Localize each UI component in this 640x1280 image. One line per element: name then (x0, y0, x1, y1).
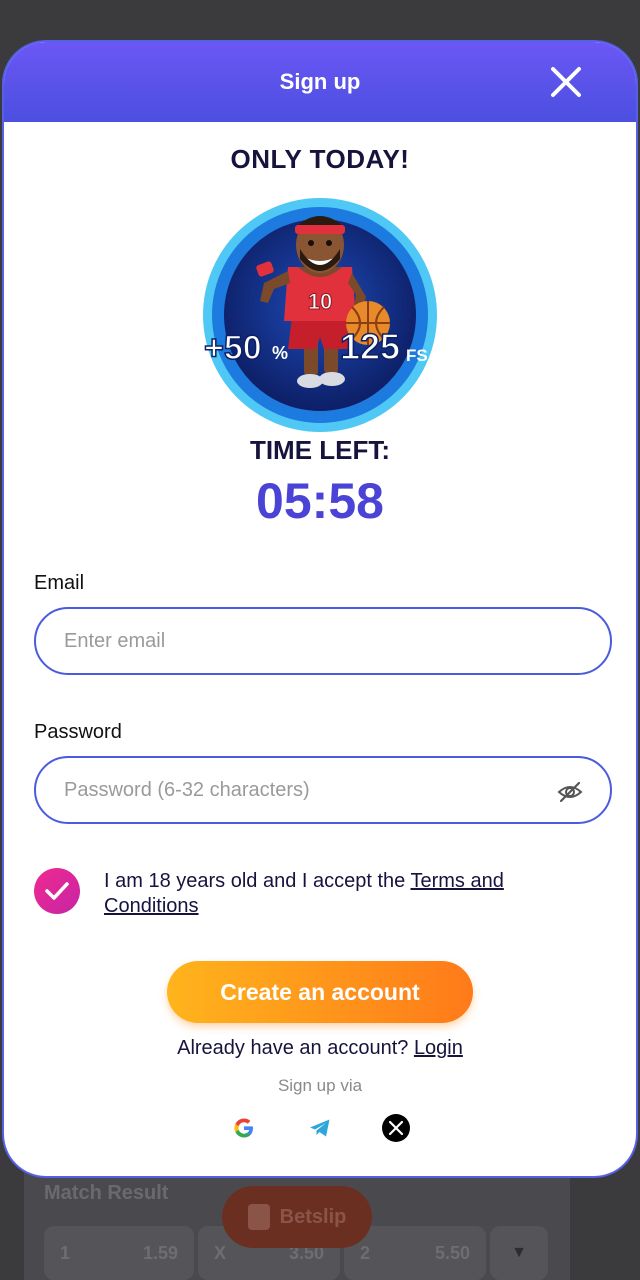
match-title: Match Result (44, 1182, 169, 1204)
signup-via-label: Sign up via (277, 1076, 363, 1095)
odd-label: 1 (60, 1242, 71, 1263)
create-account-button[interactable]: Create an account (167, 961, 473, 1023)
password-field-wrapper (34, 756, 612, 824)
terms-consent: I am 18 years old and I accept the Terms… (34, 868, 636, 919)
password-field[interactable] (64, 778, 582, 802)
google-signup-button[interactable] (230, 1114, 258, 1142)
terms-checkbox[interactable] (34, 868, 80, 914)
odd-label: X (214, 1242, 227, 1263)
promo-badge: 10 +50 % 125 FS (202, 197, 438, 433)
jersey-number: 10 (308, 289, 332, 314)
toggle-password-visibility-button[interactable] (556, 778, 584, 806)
bonus-percent-sign: % (272, 343, 288, 363)
login-prompt-text: Already have an account? (177, 1037, 414, 1059)
x-icon (382, 1114, 410, 1142)
close-button[interactable] (548, 64, 584, 100)
modal-title: Sign up (279, 69, 361, 94)
password-label: Password (34, 721, 122, 743)
modal-header: Sign up (4, 42, 636, 122)
social-signup-row (4, 1114, 636, 1142)
promo-title: ONLY TODAY! (230, 144, 410, 174)
consent-label: I am 18 years old and I accept the (104, 870, 411, 892)
telegram-icon (310, 1119, 330, 1137)
more-odds-button: ▼ (490, 1226, 548, 1280)
eye-slash-icon (557, 781, 583, 803)
bonus-percent: +50 (204, 329, 262, 367)
telegram-signup-button[interactable] (306, 1114, 334, 1142)
timer-label: TIME LEFT: (249, 435, 391, 465)
betslip-icon (247, 1204, 270, 1230)
checkmark-icon (45, 882, 69, 900)
betslip-label: Betslip (279, 1205, 347, 1228)
consent-text: I am 18 years old and I accept the Terms… (104, 869, 574, 919)
email-field[interactable] (64, 629, 582, 653)
close-icon (551, 67, 581, 97)
odd-value: 5.50 (434, 1242, 470, 1263)
chevron-down-icon: ▼ (511, 1244, 527, 1261)
odd-value: 1.59 (142, 1242, 178, 1263)
betslip-button: Betslip (222, 1186, 372, 1248)
google-icon (234, 1118, 253, 1138)
signup-modal: Sign up ONLY TODAY! 10 +50 % 125 FS TIME… (2, 40, 638, 1178)
bonus-spins: 125 (340, 326, 400, 367)
email-label: Email (34, 572, 85, 594)
x-signup-button[interactable] (382, 1114, 410, 1142)
login-prompt: Already have an account? Login (4, 1037, 636, 1060)
email-field-wrapper (34, 607, 612, 675)
odd-label: 2 (360, 1242, 371, 1263)
countdown-timer: 05:58 (256, 473, 384, 529)
login-link[interactable]: Login (414, 1037, 463, 1059)
bonus-spins-unit: FS (406, 346, 428, 365)
odd-button-home: 1 1.59 (44, 1226, 194, 1280)
basketball-player-illustration: 10 +50 % 125 FS (203, 198, 437, 432)
